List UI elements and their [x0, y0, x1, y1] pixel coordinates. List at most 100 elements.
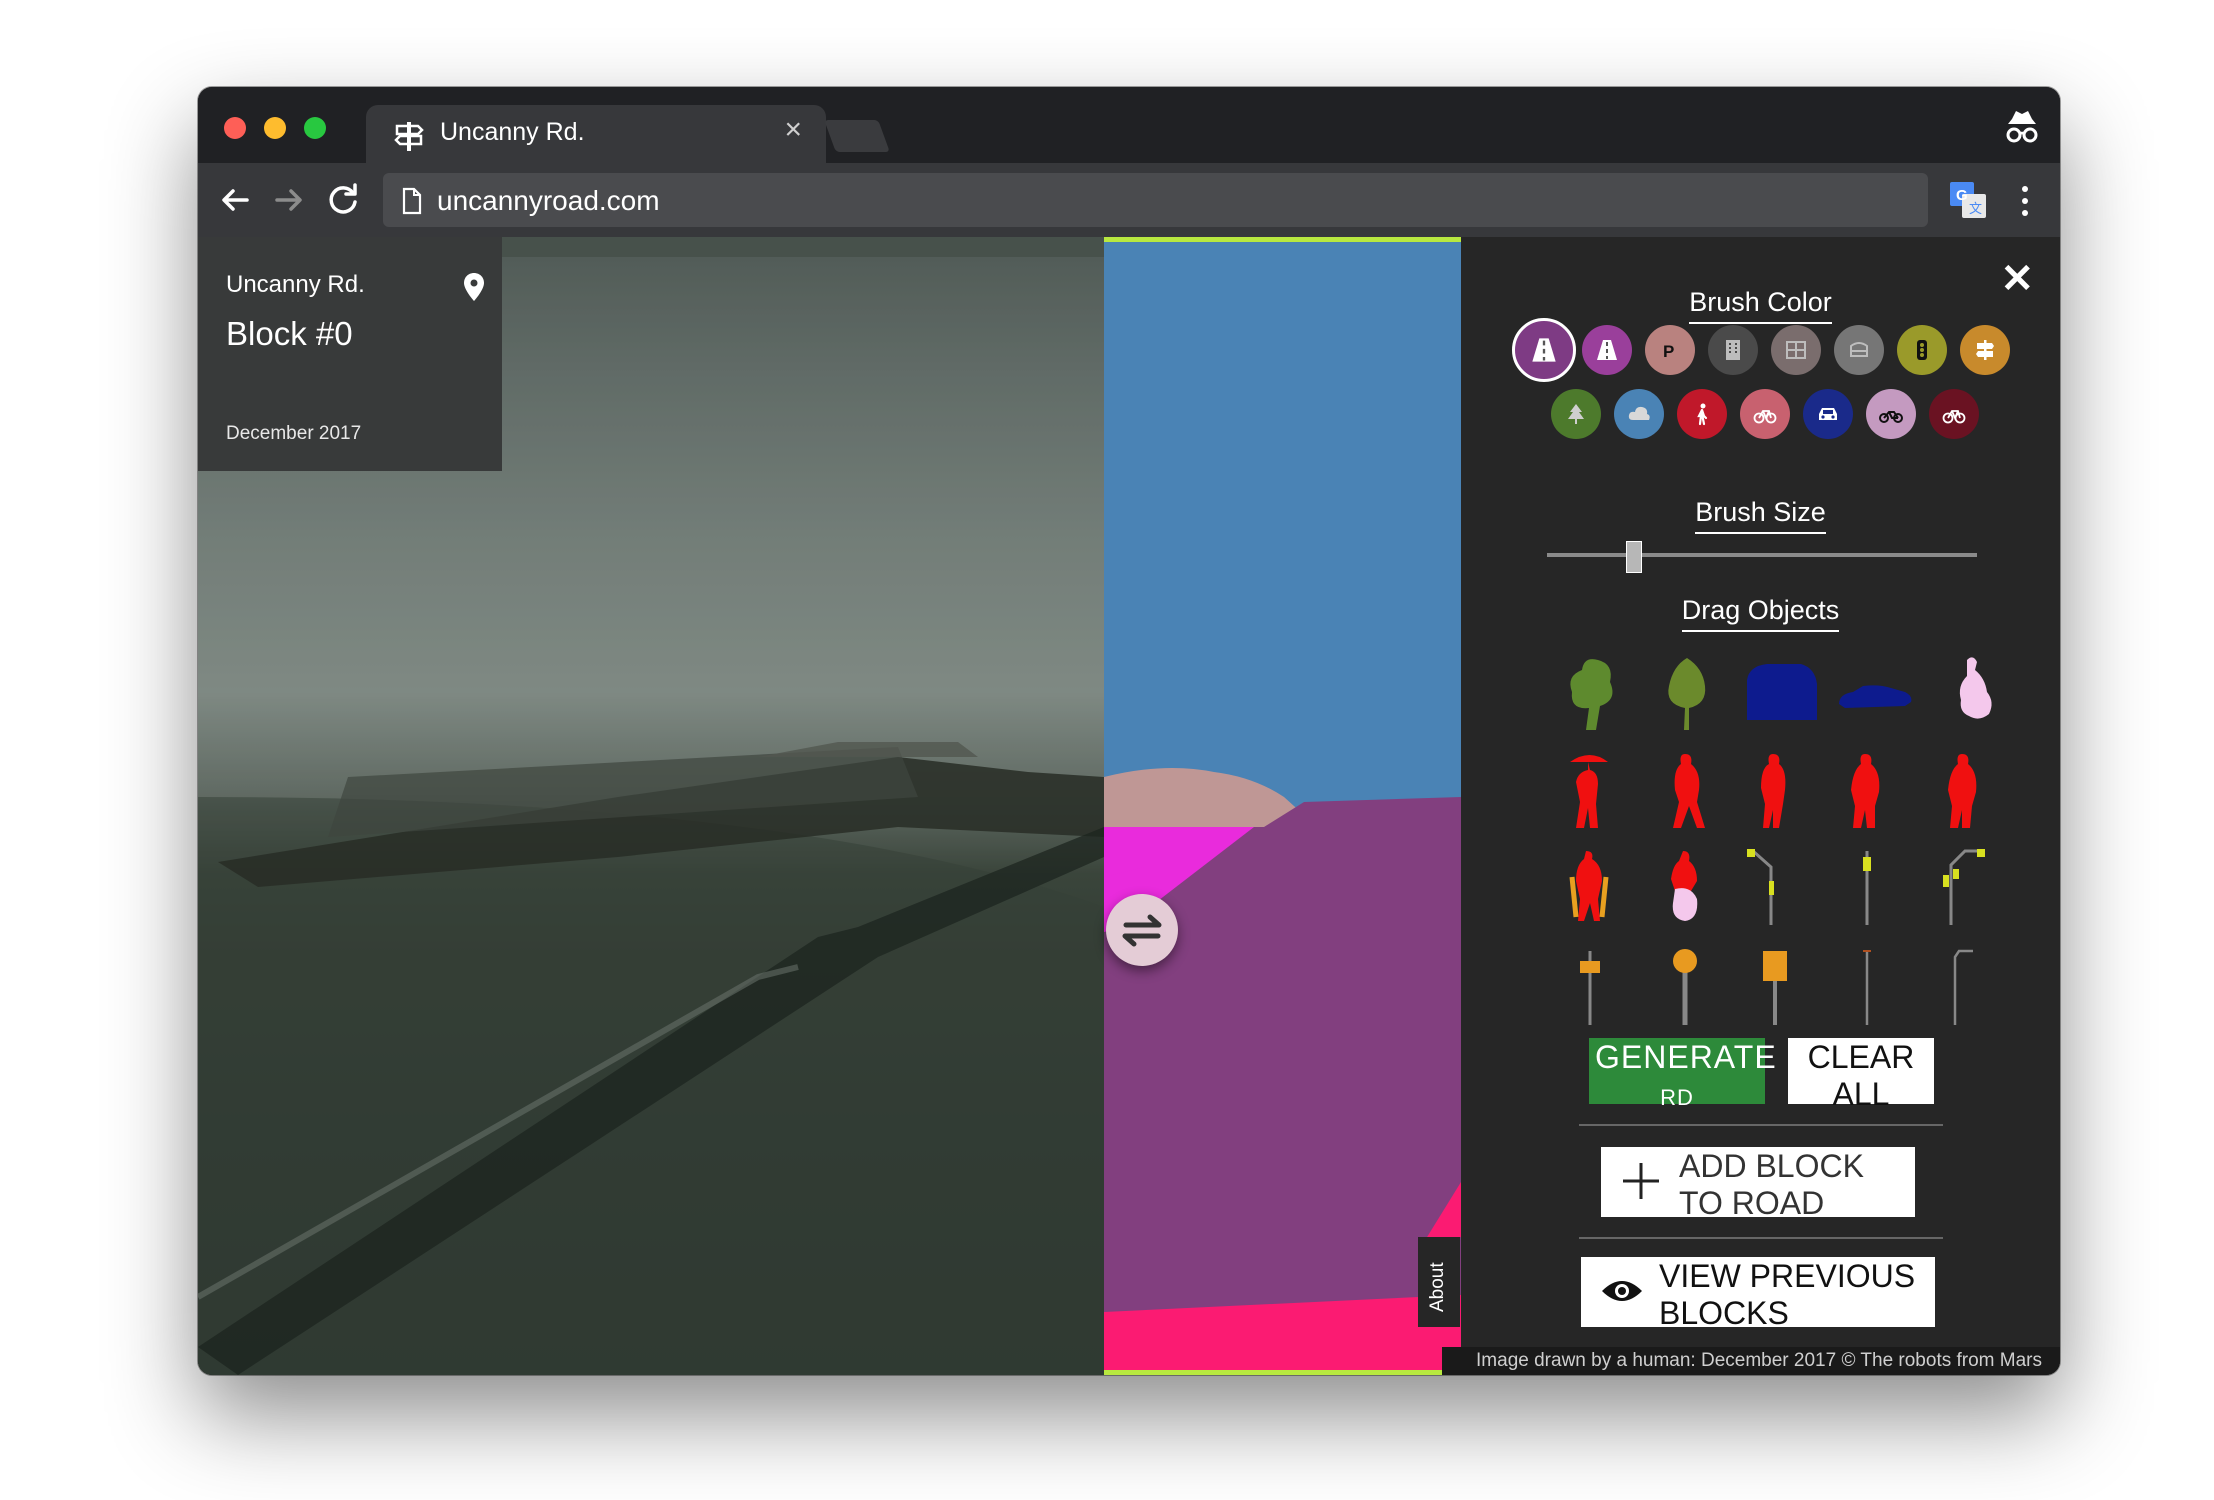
view-previous-blocks-button[interactable]: View previous blocks: [1581, 1257, 1935, 1331]
tree-object[interactable]: [1556, 650, 1626, 730]
url-text: uncannyroad.com: [437, 185, 660, 216]
tab-title: Uncanny Rd.: [440, 118, 585, 146]
block-info-card: Uncanny Rd. Block #0 December 2017: [198, 237, 502, 471]
generate-label: Generate: [1595, 1039, 1777, 1075]
color-swatch-building[interactable]: [1708, 325, 1758, 375]
brush-size-heading: Brush Size: [1461, 497, 2060, 534]
cyclist-object[interactable]: [1556, 847, 1626, 927]
location-pin-icon[interactable]: [464, 273, 484, 301]
motorcyclist-object[interactable]: [1939, 650, 2009, 730]
motorcycle-icon: [1879, 411, 1903, 423]
brush-size-slider[interactable]: [1547, 553, 1977, 557]
rider-object[interactable]: [1651, 847, 1721, 927]
color-swatch-wall[interactable]: [1771, 325, 1821, 375]
color-swatch-bicycle[interactable]: [1929, 389, 1979, 439]
traffic-light-icon: [1917, 340, 1927, 360]
add-block-label: Add block to road: [1679, 1148, 1864, 1221]
add-block-button[interactable]: Add block to road: [1601, 1147, 1915, 1221]
building-icon: [1726, 340, 1740, 360]
svg-text:文: 文: [1969, 201, 1982, 216]
minimize-window-button[interactable]: [264, 117, 286, 139]
browser-window: Uncanny Rd. × uncannyroad.com G 文 Uncann…: [198, 87, 2060, 1375]
square-sign-object[interactable]: [1741, 947, 1811, 1027]
credits-footer: Image drawn by a human: December 2017 © …: [1442, 1347, 2060, 1375]
car-object[interactable]: [1835, 650, 1915, 730]
color-swatch-rider[interactable]: [1740, 389, 1790, 439]
swap-view-button[interactable]: [1106, 894, 1178, 966]
cloud-icon: [1628, 406, 1650, 420]
about-label[interactable]: About: [1427, 1262, 1449, 1312]
reload-icon[interactable]: [322, 179, 364, 221]
forward-arrow-icon[interactable]: [268, 179, 310, 221]
pedestrian-object[interactable]: [1739, 750, 1809, 830]
page-icon: [402, 187, 422, 215]
browser-toolbar: uncannyroad.com G 文: [198, 163, 2060, 237]
pedestrian-object[interactable]: [1926, 750, 1996, 830]
pole-object[interactable]: [1833, 947, 1903, 1027]
tree-object[interactable]: [1651, 650, 1721, 730]
pedestrian-object[interactable]: [1651, 750, 1721, 830]
parking-icon: P: [1663, 342, 1674, 361]
sign-object[interactable]: [1556, 947, 1626, 1027]
color-swatch-vegetation[interactable]: [1551, 389, 1601, 439]
controls-panel: ✕ Brush Color P Brush Size Drag Objects: [1461, 237, 2060, 1375]
round-sign-object[interactable]: [1651, 947, 1721, 1027]
block-number: Block #0: [226, 315, 353, 352]
signpost-icon: [1976, 340, 1994, 360]
street-lamp-object[interactable]: [1741, 847, 1811, 927]
canvas-top-edge: [1104, 237, 1461, 242]
browser-tab[interactable]: Uncanny Rd. ×: [366, 105, 826, 163]
generated-road-image: Uncanny Rd. Block #0 December 2017: [198, 237, 1104, 1375]
close-window-button[interactable]: [224, 117, 246, 139]
lamp-pole-object[interactable]: [1923, 947, 1993, 1027]
signpost-icon: [394, 122, 424, 151]
pedestrian-object[interactable]: [1831, 750, 1901, 830]
block-date: December 2017: [226, 423, 362, 444]
color-swatch-sky[interactable]: [1614, 389, 1664, 439]
drag-objects-heading: Drag Objects: [1461, 595, 2060, 632]
road-icon: [1597, 340, 1617, 360]
person-umbrella-object[interactable]: [1556, 750, 1626, 830]
title-bar: Uncanny Rd. ×: [198, 87, 2060, 163]
road-icon: [1532, 338, 1556, 362]
tree-icon: [1568, 404, 1584, 424]
truck-object[interactable]: [1741, 650, 1821, 730]
divider: [1579, 1237, 1943, 1239]
swap-arrows-icon: [1122, 914, 1162, 947]
back-arrow-icon[interactable]: [214, 179, 256, 221]
tab-close-icon[interactable]: ×: [784, 115, 802, 145]
color-swatch-person[interactable]: [1677, 389, 1727, 439]
brush-color-heading: Brush Color: [1461, 287, 2060, 324]
maximize-window-button[interactable]: [304, 117, 326, 139]
car-icon: [1819, 408, 1837, 420]
segmentation-drawing: [1104, 768, 1461, 1375]
plus-icon: [1623, 1163, 1659, 1199]
segmentation-canvas[interactable]: [1104, 237, 1461, 1375]
kebab-menu-icon[interactable]: [2020, 183, 2030, 219]
color-swatch-car[interactable]: [1803, 389, 1853, 439]
info-title: Uncanny Rd.: [226, 271, 365, 298]
new-tab-button[interactable]: [824, 120, 890, 152]
color-swatch-parking[interactable]: P: [1645, 325, 1695, 375]
person-icon: [1697, 403, 1708, 426]
svg-text:P: P: [1663, 342, 1674, 361]
color-swatch-sidewalk[interactable]: [1582, 325, 1632, 375]
color-swatch-traffic-sign[interactable]: [1960, 325, 2010, 375]
street-lamp-object[interactable]: [1921, 847, 1991, 927]
color-swatch-road[interactable]: [1512, 318, 1576, 382]
translate-icon[interactable]: G 文: [1949, 181, 1987, 219]
traffic-light-object[interactable]: [1833, 847, 1903, 927]
color-swatch-motorcycle[interactable]: [1866, 389, 1916, 439]
clear-all-button[interactable]: Clear All: [1788, 1038, 1934, 1112]
color-swatch-traffic-light[interactable]: [1897, 325, 1947, 375]
generate-suffix: Rd: [1660, 1085, 1694, 1110]
canvas-bottom-edge: [1104, 1370, 1461, 1375]
brush-size-thumb[interactable]: [1626, 541, 1642, 573]
svg-text:G: G: [1956, 187, 1968, 204]
color-swatch-fence[interactable]: [1834, 325, 1884, 375]
address-bar[interactable]: uncannyroad.com: [383, 173, 1928, 227]
view-previous-label: View previous blocks: [1659, 1258, 1916, 1331]
divider: [1579, 1124, 1943, 1126]
generate-button[interactable]: Generate Rd: [1589, 1038, 1776, 1110]
wall-icon: [1786, 341, 1806, 359]
